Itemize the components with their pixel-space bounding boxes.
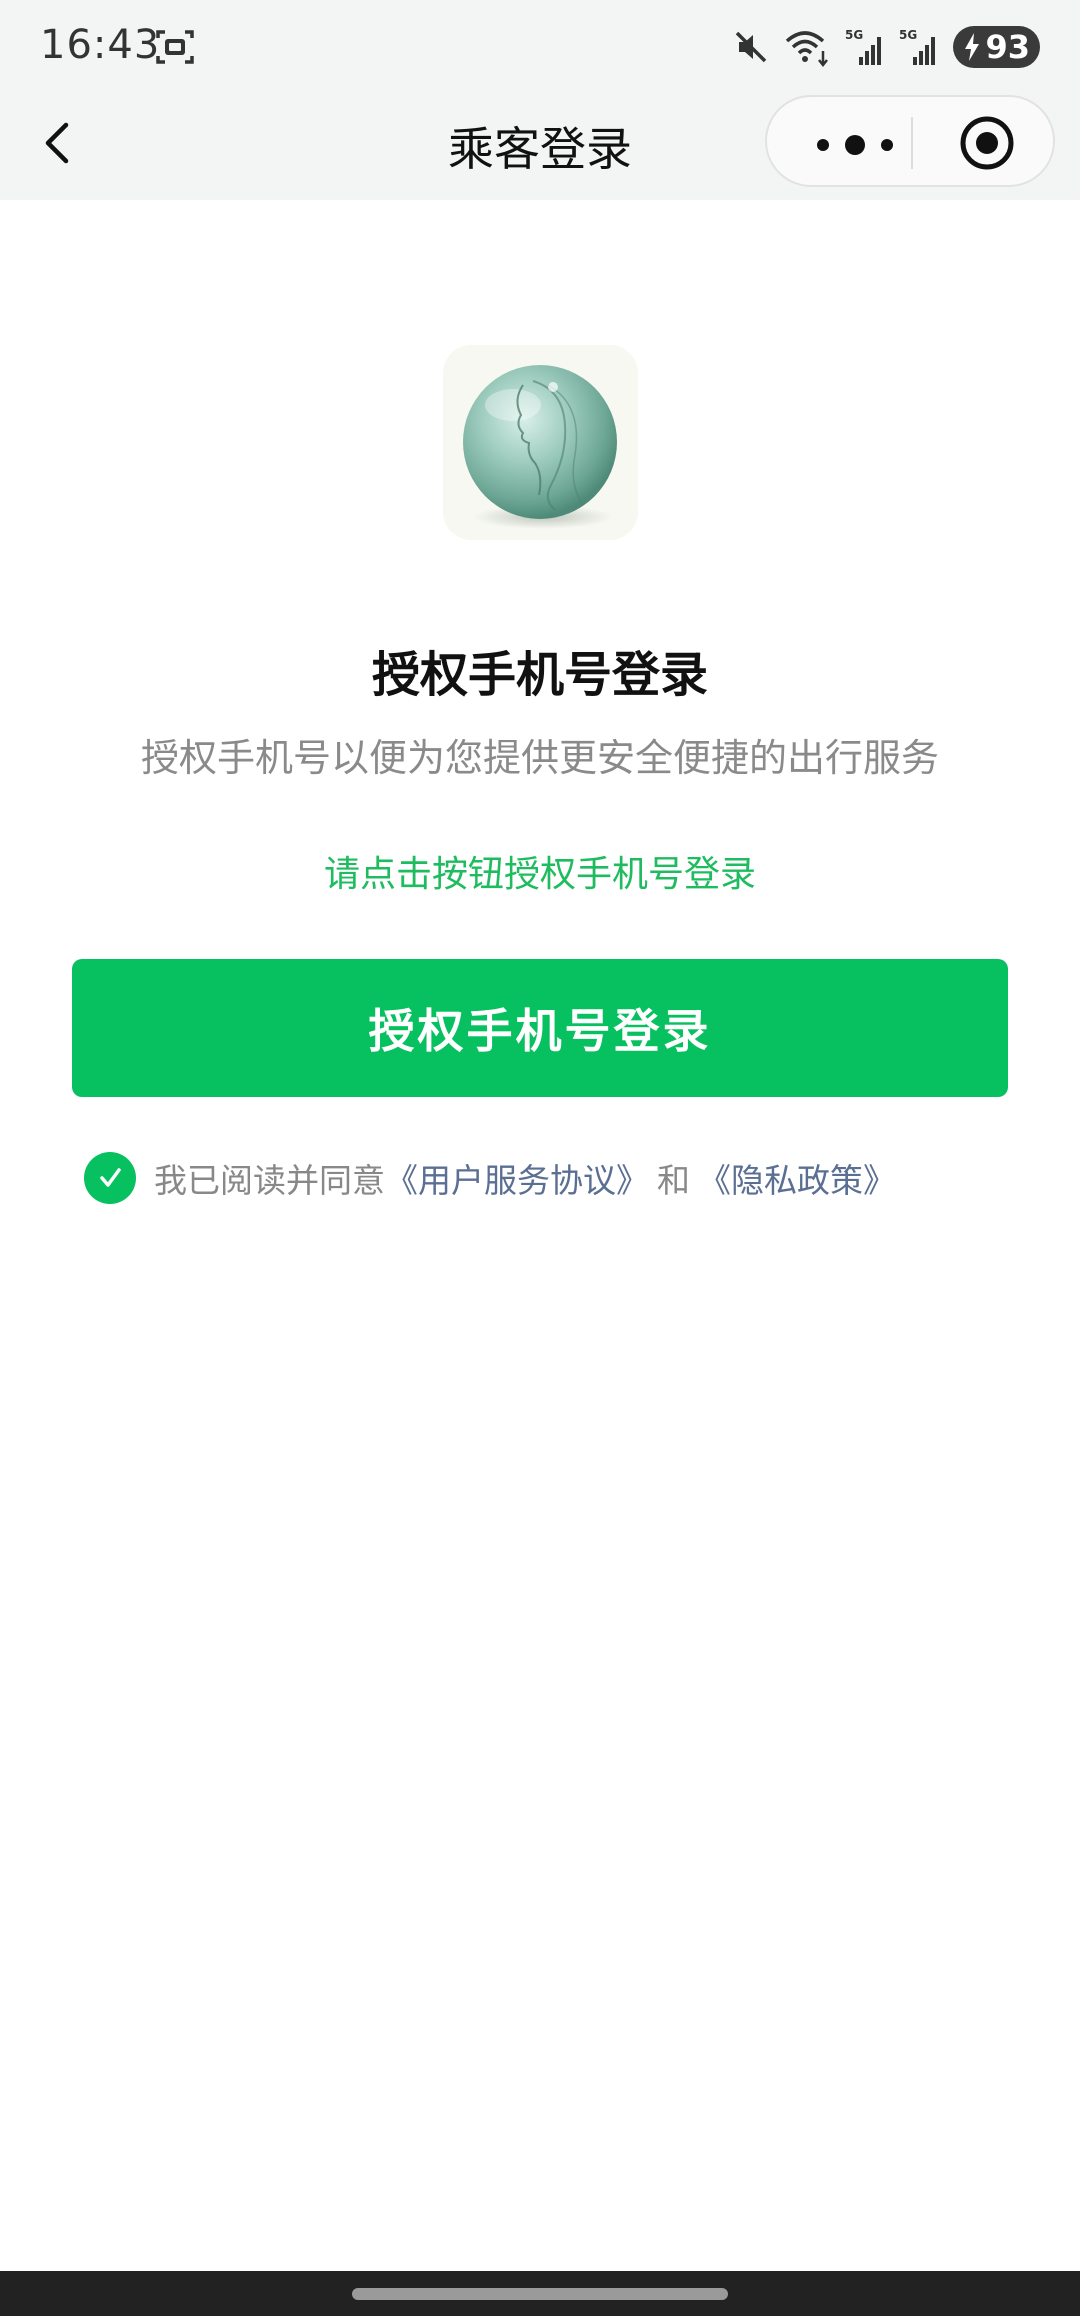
checkmark-icon <box>100 1168 121 1187</box>
miniprogram-capsule <box>765 95 1055 187</box>
privacy-policy-link[interactable]: 《隐私政策》 <box>698 1154 896 1202</box>
login-heading: 授权手机号登录 <box>371 647 708 703</box>
agreement-conjunction: 和 <box>657 1161 690 1200</box>
authorize-phone-login-button[interactable]: 授权手机号登录 <box>72 959 1008 1097</box>
capsule-divider <box>911 117 913 169</box>
home-indicator[interactable] <box>352 2288 728 2300</box>
target-circle-icon[interactable] <box>957 113 1017 173</box>
wifi-icon <box>786 31 829 67</box>
charging-battery-icon <box>965 33 980 61</box>
user-agreement-link[interactable]: 《用户服务协议》 <box>385 1154 649 1202</box>
network-label: 5G <box>845 28 863 42</box>
mute-icon <box>736 31 767 63</box>
app-logo <box>443 345 638 540</box>
more-dots-icon[interactable] <box>807 125 907 165</box>
jade-pendant-logo-icon <box>463 365 617 529</box>
login-hint: 请点击按钮授权手机号登录 <box>323 854 756 895</box>
status-bar: 16:43 5G 5G 93 <box>0 0 1080 95</box>
status-time: 16:43 <box>40 22 161 68</box>
agreement-prefix: 我已阅读并同意 <box>154 1161 385 1200</box>
battery-level: 93 <box>985 28 1030 66</box>
agreement-row: 我已阅读并同意 《用户服务协议》 和 《隐私政策》 <box>84 1150 896 1206</box>
signal-icon: 5G <box>845 28 882 65</box>
screen-record-icon <box>156 30 194 64</box>
login-description: 授权手机号以便为您提供更安全便捷的出行服务 <box>140 736 939 780</box>
network-label: 5G <box>899 28 917 42</box>
signal-icon: 5G <box>899 28 936 65</box>
battery-indicator: 93 <box>953 26 1040 68</box>
agreement-checkbox[interactable] <box>84 1152 136 1204</box>
status-icons: 5G 5G 93 <box>733 24 1040 70</box>
nav-bar: 乘客登录 <box>0 95 1080 200</box>
